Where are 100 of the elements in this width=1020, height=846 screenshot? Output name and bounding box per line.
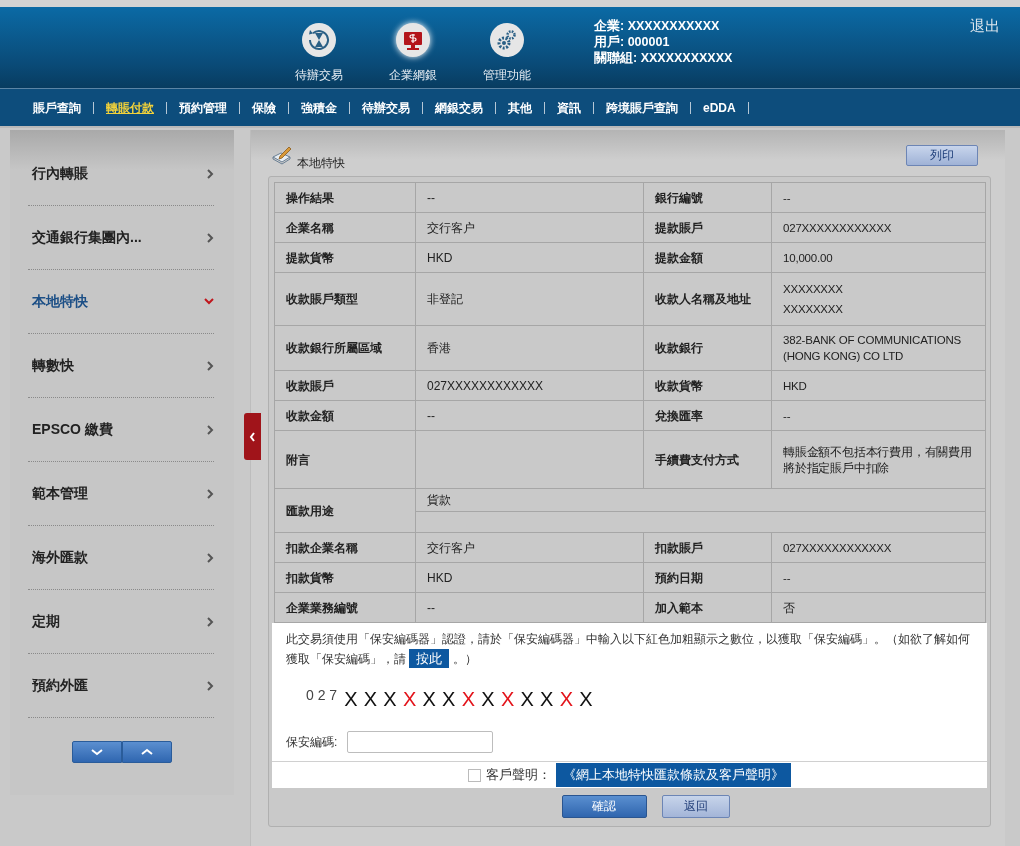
field-value: 027XXXXXXXXXXXX [415, 370, 644, 401]
nav-tab[interactable]: 資訊 [545, 101, 594, 114]
field-value: 轉賬金額不包括本行費用，有關費用將於指定賬戶中扣除 [771, 430, 986, 489]
chevron-right-icon [207, 424, 214, 435]
checkbox[interactable] [468, 768, 481, 782]
nav-tab[interactable]: 保險 [240, 101, 289, 114]
code-digit: X [579, 687, 594, 712]
sidebar-item[interactable]: 定期 [28, 590, 214, 654]
nav-tab[interactable]: 網銀交易 [423, 101, 496, 114]
field-label: 提款金額 [643, 242, 772, 273]
edit-note-icon [271, 146, 293, 166]
user-info-text: 用戶: 000001 [594, 34, 671, 50]
scroll-down-button[interactable] [72, 741, 122, 763]
field-value: XXXXXXXX XXXXXXXX [771, 272, 986, 326]
panel-title: 本地特快 [297, 155, 345, 172]
field-value: 交行客户 [415, 212, 644, 243]
field-value: 否 [771, 592, 986, 623]
field-label: 提款賬戶 [643, 212, 772, 243]
back-button[interactable]: 返回 [661, 795, 730, 818]
sidebar-item[interactable]: EPSCO 繳費 [28, 398, 214, 462]
field-value: -- [415, 592, 644, 623]
field-value: 香港 [415, 325, 644, 371]
sidebar-item[interactable]: 預約外匯 [28, 654, 214, 718]
chevron-up-icon [139, 746, 155, 758]
field-label: 收款銀行所屬區域 [274, 325, 416, 371]
shortcut-button[interactable]: 管理功能 [460, 7, 554, 88]
field-value: -- [771, 562, 986, 593]
field-label: 收款金額 [274, 400, 416, 431]
chevron-right-icon [207, 360, 214, 371]
code-digit: X [559, 687, 574, 712]
code-digit: X [540, 687, 555, 712]
field-label: 企業名稱 [274, 212, 416, 243]
logout-link[interactable]: 退出 [970, 17, 1000, 35]
terms-link[interactable]: 《網上本地特快匯款條款及客戶聲明》 [556, 763, 791, 787]
field-label: 附言 [274, 430, 416, 489]
shortcut-button[interactable]: 企業網銀 [366, 7, 460, 88]
field-value: 貨款 [415, 488, 986, 512]
field-label: 收款賬戶 [274, 370, 416, 401]
nav-tab[interactable]: 跨境賬戶查詢 [594, 101, 691, 114]
nav-tab[interactable]: eDDA [691, 101, 749, 114]
chevron-right-icon [207, 232, 214, 243]
code-digit: X [461, 687, 477, 712]
field-label: 操作結果 [274, 182, 416, 213]
field-value: 10,000.00 [771, 242, 986, 273]
field-label: 兌換匯率 [643, 400, 772, 431]
field-label: 收款貨幣 [643, 370, 772, 401]
code-digit: X [500, 687, 516, 712]
chevron-down-icon [204, 298, 214, 305]
declaration-label: 客戶聲明： [486, 766, 551, 784]
field-label: 扣款賬戶 [643, 532, 772, 563]
confirm-button[interactable]: 確認 [561, 795, 647, 818]
code-digit: X [344, 687, 359, 712]
help-link[interactable]: 按此 [409, 649, 450, 668]
chevron-left-icon [249, 431, 256, 442]
chevron-down-icon [89, 746, 105, 758]
field-value: 027XXXXXXXXXXXX [771, 532, 986, 563]
sidebar-item[interactable]: 範本管理 [28, 462, 214, 526]
chevron-right-icon [207, 616, 214, 627]
nav-tab[interactable]: 賬戶查詢 [21, 101, 94, 114]
sidebar-item[interactable]: 行內轉賬 [28, 142, 214, 206]
field-value: 交行客户 [415, 532, 644, 563]
field-label: 扣款貨幣 [274, 562, 416, 593]
shortcut-button[interactable]: 待辦交易 [272, 7, 366, 88]
nav-tab[interactable]: 待辦交易 [350, 101, 423, 114]
instruction-text: 此交易須使用「保安編碼器」認證，請於「保安編碼器」中輸入以下紅色加粗顯示之數位，以獲取「保安編碼」。（如欲了解如何獲取「保安編碼」，請 按此 。） [286, 631, 971, 669]
print-button[interactable]: 列印 [906, 145, 978, 166]
sidebar-item[interactable]: 交通銀行集團內... [28, 206, 214, 270]
field-label: 收款賬戶類型 [274, 272, 416, 326]
field-value: -- [415, 400, 644, 431]
nav-tab[interactable]: 預約管理 [167, 101, 240, 114]
field-value: -- [415, 182, 644, 213]
nav-tab[interactable]: 強積金 [289, 101, 350, 114]
chevron-right-icon [207, 680, 214, 691]
chevron-right-icon [207, 168, 214, 179]
field-value: -- [771, 400, 986, 431]
sidebar-item[interactable]: 轉數快 [28, 334, 214, 398]
nav-tab[interactable]: 其他 [496, 101, 545, 114]
field-label: 手續費支付方式 [643, 430, 772, 489]
field-value: 382-BANK OF COMMUNICATIONS (HONG KONG) CO LTD [771, 325, 986, 371]
field-label: 企業業務編號 [274, 592, 416, 623]
field-label: 保安編碼: [286, 734, 338, 751]
code-digit: X [481, 687, 496, 712]
collapse-tab[interactable] [244, 413, 261, 460]
sidebar-item[interactable]: 海外匯款 [28, 526, 214, 590]
security-code-field[interactable] [347, 731, 494, 753]
scroll-up-button[interactable] [122, 741, 172, 763]
user-info-text: 企業: XXXXXXXXXXX [594, 18, 721, 34]
field-value: HKD [771, 370, 986, 401]
account-prefix: 0 2 7 [306, 686, 338, 705]
chevron-right-icon [207, 552, 214, 563]
code-digit: X [383, 687, 398, 712]
field-value: HKD [415, 242, 644, 273]
user-info-text: 關聯組: XXXXXXXXXXX [594, 50, 733, 66]
code-digit: X [422, 687, 437, 712]
field-label: 收款人名稱及地址 [643, 272, 772, 326]
field-label: 扣款企業名稱 [274, 532, 416, 563]
field-value: -- [771, 182, 986, 213]
field-label: 銀行編號 [643, 182, 772, 213]
sidebar-item[interactable]: 本地特快 [28, 270, 214, 334]
nav-tab[interactable]: 轉賬付款 [94, 101, 167, 114]
